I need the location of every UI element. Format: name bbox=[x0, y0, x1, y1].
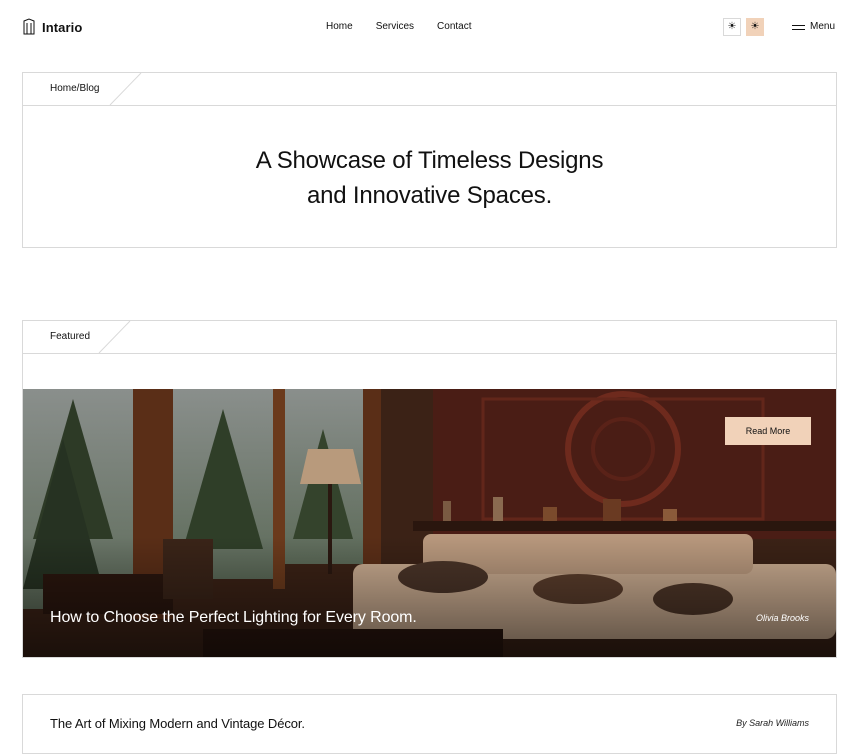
site-header: Intario Home Services Contact ☀ ☀ Menu bbox=[0, 0, 860, 56]
breadcrumb-bar: Home/Blog bbox=[23, 73, 836, 106]
featured-post-author: Olivia Brooks bbox=[755, 613, 809, 623]
hero-section: Home/Blog A Showcase of Timeless Designs… bbox=[22, 72, 837, 248]
nav-home[interactable]: Home bbox=[326, 21, 353, 32]
read-more-button[interactable]: Read More bbox=[725, 417, 811, 445]
post-list-item[interactable]: The Art of Mixing Modern and Vintage Déc… bbox=[22, 694, 837, 754]
menu-button[interactable]: Menu bbox=[792, 21, 835, 32]
post-author: By Sarah Williams bbox=[736, 718, 809, 728]
nav-contact[interactable]: Contact bbox=[437, 21, 471, 32]
page-title-line-2: and Innovative Spaces. bbox=[306, 182, 553, 209]
logo-text: Intario bbox=[42, 19, 83, 35]
sun-icon: ☀ bbox=[727, 21, 737, 32]
light-theme-button[interactable]: ☀ bbox=[723, 18, 741, 36]
dark-theme-button[interactable]: ☀ bbox=[746, 18, 764, 36]
featured-post-title[interactable]: How to Choose the Perfect Lighting for E… bbox=[50, 609, 417, 627]
tab-divider bbox=[98, 321, 131, 353]
featured-image[interactable]: Read More How to Choose the Perfect Ligh… bbox=[23, 389, 836, 657]
hamburger-icon bbox=[792, 24, 805, 30]
main-nav: Home Services Contact bbox=[326, 21, 472, 32]
menu-label: Menu bbox=[810, 21, 836, 32]
tab-divider bbox=[109, 73, 142, 105]
nav-services[interactable]: Services bbox=[376, 21, 414, 32]
featured-bar: Featured bbox=[23, 321, 836, 354]
page-title-line-1: A Showcase of Timeless Designs bbox=[255, 147, 604, 174]
featured-section: Featured Read More How to Choose the Per… bbox=[22, 320, 837, 658]
sun-icon: ☀ bbox=[750, 21, 760, 32]
logo-icon bbox=[22, 18, 36, 36]
post-title[interactable]: The Art of Mixing Modern and Vintage Déc… bbox=[50, 716, 305, 731]
logo[interactable]: Intario bbox=[22, 18, 82, 36]
page-title: A Showcase of Timeless Designs and Innov… bbox=[23, 143, 836, 213]
